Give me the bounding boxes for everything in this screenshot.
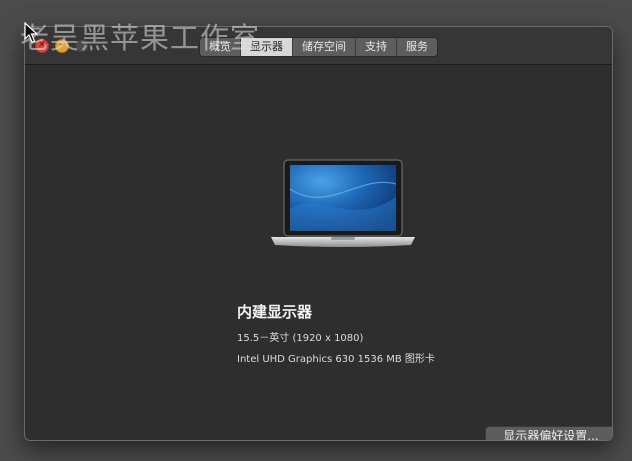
graphics-info: Intel UHD Graphics 630 1536 MB 图形卡 [237, 354, 435, 365]
tab-storage[interactable]: 储存空间 [293, 38, 356, 56]
desktop: × – 概览 显示器 储存空间 支持 服务 内建显示器 15.5－英寸 (192… [0, 0, 632, 461]
mouse-pointer-icon [24, 22, 39, 43]
display-preferences-button[interactable]: 显示器偏好设置... [485, 426, 612, 440]
tab-support[interactable]: 支持 [356, 38, 397, 56]
about-this-mac-window: × – 概览 显示器 储存空间 支持 服务 内建显示器 15.5－英寸 (192… [24, 26, 613, 441]
display-size: 15.5－英寸 (1920 x 1080) [237, 333, 364, 344]
watermark-text: 老吴黑苹果工作室 [20, 21, 261, 55]
tab-service[interactable]: 服务 [397, 38, 437, 56]
display-name: 内建显示器 [237, 303, 313, 321]
macbook-pro-icon [271, 159, 415, 247]
